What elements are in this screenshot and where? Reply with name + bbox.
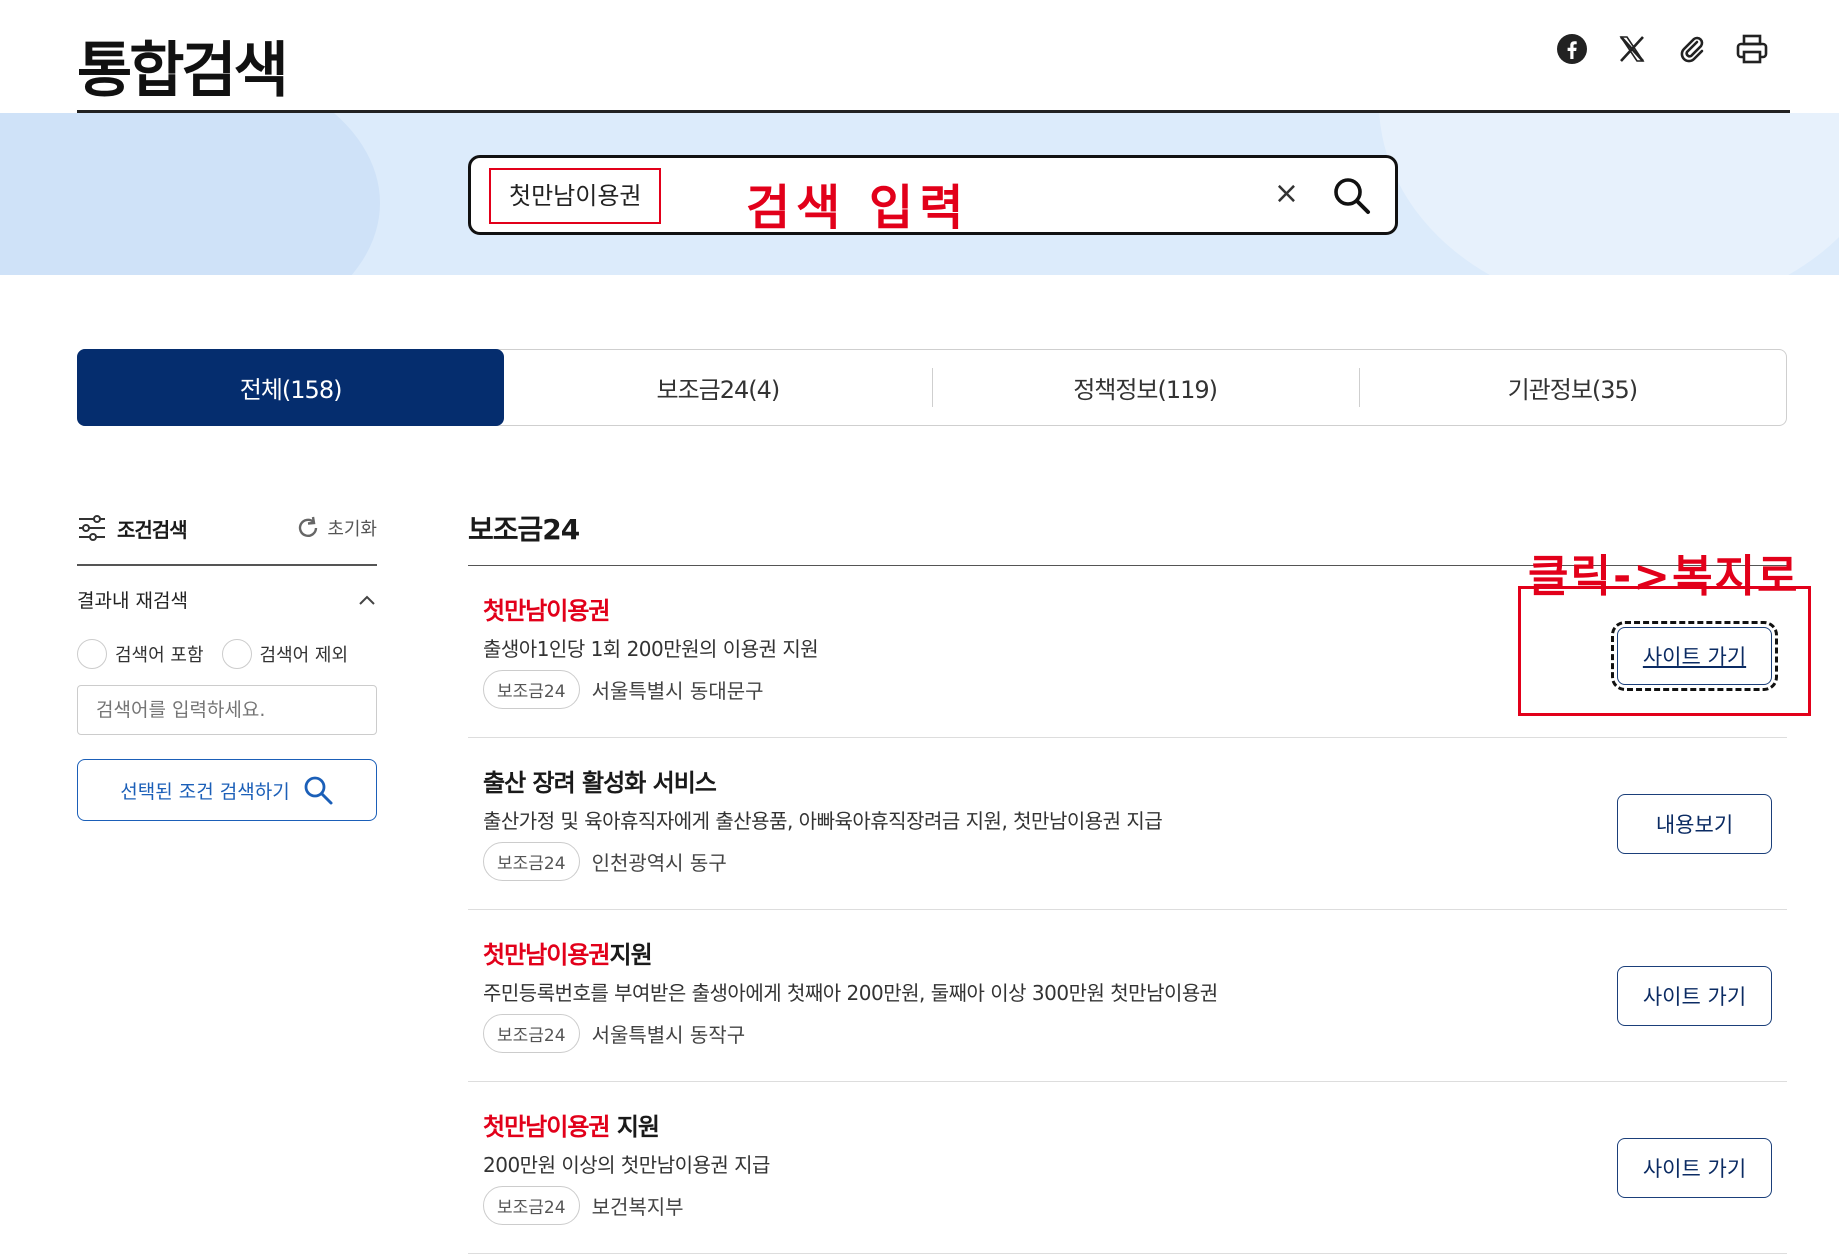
conditional-search-label: 선택된 조건 검색하기 <box>120 780 290 803</box>
result-title-rest: 지원 <box>609 1113 660 1141</box>
result-region: 인천광역시 동구 <box>591 851 727 875</box>
tab-agency-info[interactable]: 기관정보(35) <box>1358 350 1786 425</box>
sliders-icon <box>79 515 105 541</box>
result-title[interactable]: 첫만남이용권지원 <box>483 935 653 970</box>
filter-sidebar: 조건검색 초기화 결과내 재검색 검색어 포함 검색어 제외 선택된 조건 검색… <box>77 510 377 821</box>
list-item: 출산 장려 활성화 서비스 출산가정 및 육아휴직자에게 출산용품, 아빠육아휴… <box>468 738 1787 910</box>
list-item: 첫만남이용권 지원 200만원 이상의 첫만남이용권 지급 보조금24 보건복지… <box>468 1082 1787 1254</box>
share-toolbar <box>1553 30 1771 68</box>
category-badge: 보조금24 <box>483 1186 580 1225</box>
refine-label: 결과내 재검색 <box>77 590 188 612</box>
conditional-search-button[interactable]: 선택된 조건 검색하기 <box>77 759 377 821</box>
exclude-keyword-label: 검색어 제외 <box>259 645 349 666</box>
tab-subsidy24[interactable]: 보조금24(4) <box>504 350 931 425</box>
category-badge: 보조금24 <box>483 1014 580 1053</box>
clear-icon[interactable]: × <box>1274 176 1299 211</box>
result-title[interactable]: 첫만남이용권 <box>483 591 610 626</box>
result-tabs: 전체(158) 보조금24(4) 정책정보(119) 기관정보(35) <box>77 349 1787 426</box>
search-icon <box>304 776 333 805</box>
result-region: 서울특별시 동대문구 <box>591 679 764 703</box>
include-keyword-radio[interactable]: 검색어 포함 <box>77 639 204 669</box>
exclude-keyword-radio[interactable]: 검색어 제외 <box>221 639 349 669</box>
result-region: 보건복지부 <box>591 1195 684 1219</box>
sidebar-divider <box>77 564 377 566</box>
refine-toggle[interactable]: 결과내 재검색 <box>77 586 377 613</box>
result-region: 서울특별시 동작구 <box>591 1023 746 1047</box>
link-icon[interactable] <box>1673 30 1711 68</box>
chevron-up-icon[interactable] <box>357 593 377 607</box>
print-icon[interactable] <box>1733 30 1771 68</box>
site-go-button[interactable]: 사이트 가기 <box>1617 1138 1772 1198</box>
reset-button[interactable]: 초기화 <box>295 515 377 541</box>
facebook-icon[interactable] <box>1553 30 1591 68</box>
result-title-rest: 출산 장려 활성화 서비스 <box>483 769 717 797</box>
result-title[interactable]: 첫만남이용권 지원 <box>483 1107 660 1142</box>
result-title-highlight: 첫만남이용권 <box>483 941 610 969</box>
result-title[interactable]: 출산 장려 활성화 서비스 <box>483 763 717 798</box>
search-annotation: 검색 입력 <box>746 180 970 236</box>
page-title: 통합검색 <box>77 36 289 106</box>
refresh-icon <box>299 516 318 537</box>
result-description: 출산가정 및 육아휴직자에게 출산용품, 아빠육아휴직장려금 지원, 첫만남이용… <box>483 809 1163 833</box>
radio-circle[interactable] <box>221 639 252 669</box>
view-details-button[interactable]: 내용보기 <box>1617 794 1772 854</box>
include-keyword-label: 검색어 포함 <box>115 645 204 666</box>
result-title-highlight: 첫만남이용권 <box>483 597 610 625</box>
filter-title: 조건검색 <box>77 514 188 543</box>
reset-label: 초기화 <box>327 519 377 540</box>
category-badge: 보조금24 <box>483 670 580 709</box>
result-description: 200만원 이상의 첫만남이용권 지급 <box>483 1153 770 1177</box>
list-item: 첫만남이용권지원 주민등록번호를 부여받은 출생아에게 첫째아 200만원, 둘… <box>468 910 1787 1082</box>
tab-all[interactable]: 전체(158) <box>77 349 505 426</box>
refine-search-input[interactable] <box>77 685 377 735</box>
result-title-rest: 지원 <box>609 941 652 969</box>
result-title-highlight: 첫만남이용권 <box>483 1113 610 1141</box>
result-description: 출생아1인당 1회 200만원의 이용권 지원 <box>483 637 819 661</box>
annotation-click-label: 클릭->복지로 <box>1528 551 1800 602</box>
tab-policy-info[interactable]: 정책정보(119) <box>931 350 1359 425</box>
filter-title-label: 조건검색 <box>117 517 188 542</box>
x-icon[interactable] <box>1613 30 1651 68</box>
radio-circle[interactable] <box>77 639 107 669</box>
result-description: 주민등록번호를 부여받은 출생아에게 첫째아 200만원, 둘째아 이상 300… <box>483 981 1218 1005</box>
category-badge: 보조금24 <box>483 842 580 881</box>
search-icon[interactable] <box>1329 173 1373 217</box>
search-box[interactable]: 첫만남이용권 검색 입력 × <box>468 155 1398 236</box>
site-go-button[interactable]: 사이트 가기 <box>1617 966 1772 1026</box>
section-title: 보조금24 <box>468 513 580 546</box>
annotation-highlight-box <box>1518 586 1811 716</box>
search-input[interactable]: 첫만남이용권 <box>489 168 662 224</box>
